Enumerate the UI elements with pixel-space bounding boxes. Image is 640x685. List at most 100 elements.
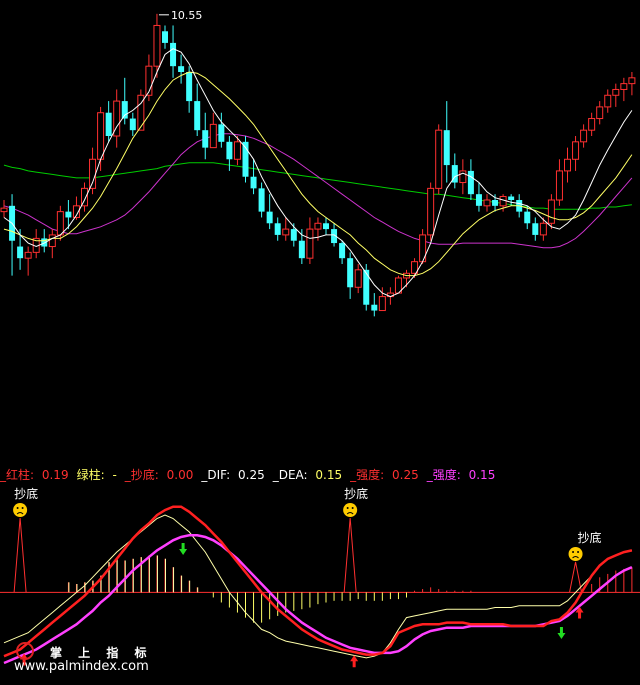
down-arrow-icon: [179, 542, 188, 555]
legend-value: 0.15: [311, 468, 343, 482]
candle-body: [612, 88, 620, 96]
dif-line: [3, 514, 633, 659]
candle-body: [532, 223, 539, 235]
candle-body: [153, 24, 161, 67]
candle-body: [323, 223, 329, 230]
ma-medium-line: [3, 71, 633, 277]
candle-body: [170, 42, 177, 67]
legend-item: _抄底: 0.00: [125, 468, 198, 482]
watermark-url: www.palmindex.com: [14, 659, 149, 674]
legend-name: 绿柱:: [76, 468, 105, 482]
candle-body: [89, 158, 97, 189]
candle-body: [427, 187, 435, 236]
candle-body: [186, 72, 193, 102]
candle-body: [508, 196, 515, 200]
legend-value: 0.19: [38, 468, 69, 482]
candle-body: [524, 211, 531, 224]
legend-item: 绿柱: -: [77, 468, 121, 482]
candle-body: [266, 211, 273, 224]
up-arrow-icon: [350, 655, 359, 668]
candle-body: [218, 124, 225, 142]
legend-name: _强度:: [350, 468, 385, 482]
candle-body: [596, 106, 604, 120]
candle-body: [564, 158, 571, 172]
bottom-signal-label: 抄底: [578, 530, 602, 545]
candle-body: [24, 251, 32, 259]
ma-short-line: [3, 48, 633, 298]
candle-body: [378, 296, 386, 312]
candlestick-panel: [0, 13, 636, 317]
bottom-signal-spike: [343, 517, 357, 593]
legend-value: 0.25: [388, 468, 419, 482]
legend-value: -: [108, 468, 117, 482]
candle-body: [56, 211, 64, 236]
stock-chart: 抄底 抄底抄底 10.55: [0, 9, 640, 668]
legend-value: 0.25: [234, 468, 265, 482]
candle-body: [628, 77, 636, 85]
candle-body: [290, 229, 297, 241]
legend-item: _强度: 0.25: [350, 468, 423, 482]
candle-body: [492, 200, 499, 206]
candle-body: [363, 269, 370, 305]
candle-body: [282, 228, 290, 236]
legend-value: 0.15: [464, 468, 496, 482]
candle-body: [250, 176, 257, 189]
legend-name: _DIF:: [201, 468, 231, 482]
legend-name: _抄底:: [124, 468, 159, 482]
candle-body: [580, 129, 588, 143]
candle-body: [339, 243, 346, 259]
candle-body: [178, 66, 185, 72]
candle-body: [298, 240, 305, 259]
candle-body: [443, 130, 450, 166]
candle-body: [233, 141, 241, 160]
down-arrow-icon: [557, 626, 566, 639]
legend-item: _DIF: 0.25: [201, 468, 268, 482]
frown-icon: [568, 547, 583, 561]
legend-item: _强度: 0.15: [427, 468, 500, 482]
candle-body: [105, 112, 112, 136]
indicator-panel: 抄底 抄底抄底: [0, 486, 640, 668]
candle-body: [354, 269, 362, 288]
bottom-signal-label: 抄底: [14, 486, 38, 501]
candle-body: [194, 101, 201, 131]
candle-body: [467, 170, 474, 195]
candle-body: [202, 130, 209, 148]
candle-body: [371, 304, 378, 311]
ma-long-green-line: [3, 162, 632, 210]
frown-icon: [343, 503, 358, 517]
candle-body: [604, 94, 612, 108]
candle-body: [0, 207, 8, 213]
frown-icon: [13, 503, 28, 517]
candle-body: [17, 246, 24, 259]
candle-body: [499, 196, 507, 207]
bottom-signal-label: 抄底: [344, 486, 368, 501]
candle-body: [483, 199, 491, 207]
logo-icon: [16, 642, 34, 660]
candle-body: [162, 31, 168, 43]
candle-body: [314, 222, 322, 230]
peak-price-label: 10.55: [171, 9, 203, 22]
candle-body: [435, 129, 443, 189]
candle-body: [588, 118, 596, 131]
legend-name: _强度:: [426, 468, 461, 482]
candle-body: [226, 141, 233, 160]
candle-body: [97, 112, 105, 160]
legend-name: _红柱:: [0, 468, 35, 482]
indicator-legend: _红柱: 0.19 绿柱: - _抄底: 0.00 _DIF: 0.25 _DEA: 0…: [0, 466, 503, 484]
watermark: 掌 上 指 标 www.palmindex.com: [14, 642, 153, 674]
candle-body: [306, 228, 314, 259]
bottom-signal-spike: [13, 517, 27, 593]
candle-body: [65, 211, 72, 218]
legend-name: _DEA:: [272, 468, 308, 482]
legend-value: 0.00: [162, 468, 194, 482]
candle-body: [129, 118, 136, 131]
legend-item: _DEA: 0.15: [273, 468, 346, 482]
candle-body: [48, 234, 56, 248]
candle-body: [459, 170, 467, 184]
candle-body: [258, 188, 265, 212]
candle-body: [347, 258, 354, 288]
candle-body: [572, 141, 580, 160]
candle-body: [209, 123, 217, 149]
candle-body: [475, 194, 482, 206]
candle-body: [274, 223, 281, 235]
